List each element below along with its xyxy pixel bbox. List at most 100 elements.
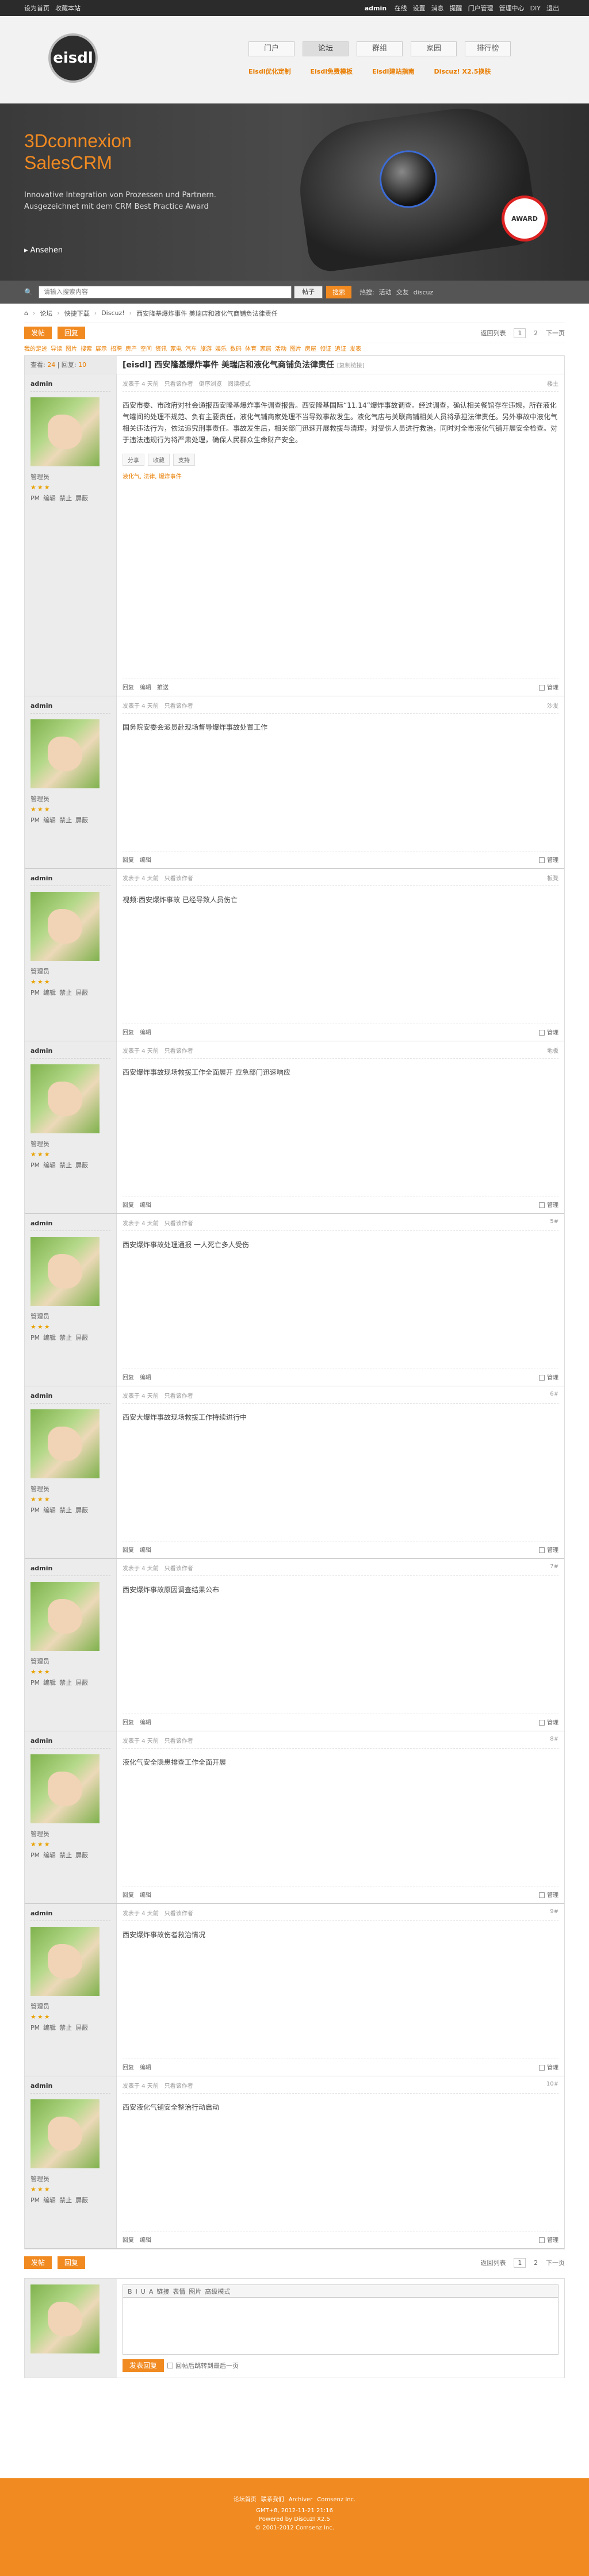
next-page-bottom[interactable]: 下一页 <box>546 2259 565 2267</box>
author-action[interactable]: 屏蔽 <box>75 2024 88 2031</box>
next-page[interactable]: 下一页 <box>546 329 565 337</box>
post-action[interactable]: 编辑 <box>140 1720 151 1726</box>
avatar[interactable] <box>30 397 100 466</box>
submit-reply-button[interactable]: 发表回复 <box>123 2359 165 2372</box>
meta-item[interactable]: 发表于 4 天前 <box>123 1221 159 1227</box>
page-2-bottom[interactable]: 2 <box>534 2259 538 2267</box>
post-tags[interactable]: 液化气, 法律, 爆炸事件 <box>123 471 559 480</box>
username[interactable]: admin <box>365 5 387 12</box>
author-action[interactable]: PM <box>30 494 40 502</box>
avatar[interactable] <box>30 1409 100 1478</box>
editor-tool[interactable]: A <box>149 2288 154 2295</box>
meta-item[interactable]: 只看该作者 <box>165 876 193 882</box>
footer-link[interactable]: 联系我们 <box>261 2497 284 2503</box>
topbar-link[interactable]: 设置 <box>413 5 426 12</box>
nav-item[interactable]: 排行榜 <box>465 41 511 56</box>
forum-link[interactable]: 招聘 <box>110 346 122 352</box>
author-action[interactable]: 禁止 <box>59 2024 72 2031</box>
author-action[interactable]: 编辑 <box>43 1334 56 1341</box>
author-name[interactable]: admin <box>30 875 110 886</box>
author-action[interactable]: 编辑 <box>43 816 56 824</box>
meta-item[interactable]: 发表于 4 天前 <box>123 1393 159 1400</box>
post-action[interactable]: 回复 <box>123 685 134 691</box>
author-action[interactable]: PM <box>30 816 40 824</box>
forum-link[interactable]: 活动 <box>275 346 286 352</box>
share-button[interactable]: 分享 <box>123 454 144 466</box>
hot-search-link[interactable]: 活动 <box>379 289 392 296</box>
meta-item[interactable]: 发表于 4 天前 <box>123 1048 159 1055</box>
forum-link[interactable]: 家电 <box>170 346 182 352</box>
reply-button-bottom[interactable]: 回复 <box>57 2256 85 2269</box>
author-name[interactable]: admin <box>30 1910 110 1921</box>
footer-link[interactable]: 论坛首页 <box>234 2497 257 2503</box>
meta-item[interactable]: 发表于 4 天前 <box>123 381 159 388</box>
avatar[interactable] <box>30 719 100 788</box>
author-name[interactable]: admin <box>30 2082 110 2094</box>
author-action[interactable]: 编辑 <box>43 494 56 502</box>
editor-tool[interactable]: I <box>136 2288 137 2295</box>
meta-item[interactable]: 只看该作者 <box>165 2083 193 2090</box>
author-action[interactable]: 编辑 <box>43 989 56 996</box>
meta-item[interactable]: 只看该作者 <box>165 1738 193 1745</box>
manage-checkbox[interactable] <box>539 1720 545 1726</box>
forum-link[interactable]: 空间 <box>140 346 152 352</box>
hot-search-link[interactable]: discuz <box>414 289 434 296</box>
forum-link[interactable]: 旅游 <box>200 346 212 352</box>
topbar-link[interactable]: 门户管理 <box>468 5 494 12</box>
forum-link[interactable]: 发表 <box>350 346 361 352</box>
post-floor[interactable]: 地板 <box>547 1046 559 1055</box>
editor-tool[interactable]: 高级模式 <box>205 2288 230 2295</box>
editor-tool[interactable]: 链接 <box>156 2288 169 2295</box>
forum-link[interactable]: 图片 <box>66 346 77 352</box>
forum-link[interactable]: 搜索 <box>81 346 92 352</box>
author-action[interactable]: PM <box>30 1162 40 1169</box>
reply-textarea[interactable] <box>123 2297 559 2355</box>
back-to-list-bottom[interactable]: 返回列表 <box>481 2259 506 2267</box>
manage-checkbox[interactable] <box>539 2065 545 2071</box>
author-action[interactable]: 禁止 <box>59 1162 72 1169</box>
post-floor[interactable]: 沙发 <box>547 701 559 710</box>
meta-item[interactable]: 只看该作者 <box>165 1393 193 1400</box>
post-action[interactable]: 回复 <box>123 2237 134 2244</box>
forum-link[interactable]: 体育 <box>245 346 257 352</box>
author-action[interactable]: PM <box>30 1506 40 1514</box>
post-floor[interactable]: 8# <box>550 1736 559 1745</box>
author-action[interactable]: PM <box>30 1334 40 1341</box>
jump-checkbox[interactable] <box>167 2363 174 2368</box>
avatar[interactable] <box>30 892 100 961</box>
forum-link[interactable]: 汽车 <box>185 346 197 352</box>
author-name[interactable]: admin <box>30 380 110 392</box>
manage-checkbox[interactable] <box>539 2237 545 2243</box>
author-name[interactable]: admin <box>30 1737 110 1749</box>
hot-search-link[interactable]: 交友 <box>396 289 409 296</box>
manage-checkbox[interactable] <box>539 857 545 863</box>
meta-item[interactable]: 发表于 4 天前 <box>123 876 159 882</box>
editor-tool[interactable]: B <box>128 2288 132 2295</box>
meta-item[interactable]: 只看该作者 <box>165 1911 193 1917</box>
author-action[interactable]: PM <box>30 1851 40 1859</box>
author-action[interactable]: PM <box>30 2024 40 2031</box>
subnav-link[interactable]: Eisdl建站指南 <box>372 67 414 76</box>
manage-checkbox[interactable] <box>539 1202 545 1208</box>
post-action[interactable]: 编辑 <box>140 857 151 864</box>
new-post-button[interactable]: 发帖 <box>24 327 52 339</box>
avatar[interactable] <box>30 2099 100 2168</box>
author-action[interactable]: 编辑 <box>43 1162 56 1169</box>
post-action[interactable]: 编辑 <box>140 1202 151 1209</box>
editor-tool[interactable]: U <box>141 2288 146 2295</box>
avatar[interactable] <box>30 1927 100 1996</box>
meta-item[interactable]: 发表于 4 天前 <box>123 1738 159 1745</box>
post-floor[interactable]: 9# <box>550 1908 559 1917</box>
meta-item[interactable]: 发表于 4 天前 <box>123 703 159 710</box>
author-action[interactable]: 屏蔽 <box>75 1162 88 1169</box>
nav-item[interactable]: 群组 <box>357 41 403 56</box>
post-floor[interactable]: 10# <box>546 2081 559 2090</box>
subnav-link[interactable]: Eisdl免费模板 <box>310 67 352 76</box>
post-floor[interactable]: 7# <box>550 1563 559 1572</box>
post-action[interactable]: 编辑 <box>140 685 151 691</box>
topbar-link[interactable]: 管理中心 <box>499 5 525 12</box>
home-icon[interactable]: ⌂ <box>24 309 28 317</box>
author-action[interactable]: 屏蔽 <box>75 1851 88 1859</box>
page-2[interactable]: 2 <box>534 329 538 337</box>
forum-link[interactable]: 领证 <box>320 346 331 352</box>
